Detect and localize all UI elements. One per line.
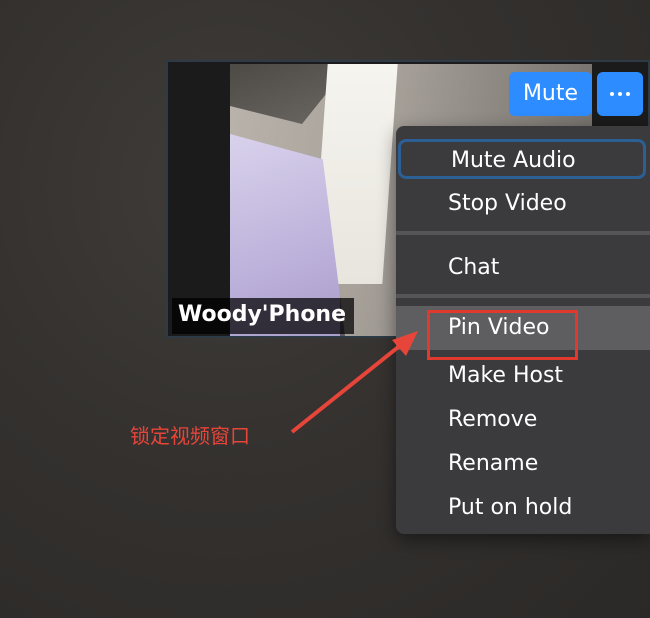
annotation-arrow-icon: [290, 331, 418, 434]
annotation-label: 锁定视频窗口: [130, 424, 250, 448]
